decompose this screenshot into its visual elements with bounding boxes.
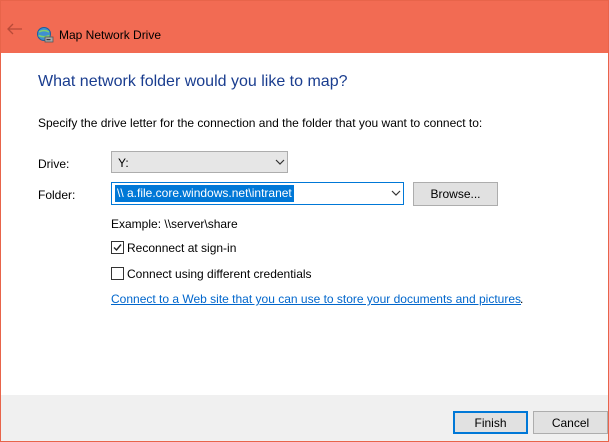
- folder-path-input[interactable]: \\ a.file.core.windows.net\intranet: [111, 182, 404, 205]
- page-heading: What network folder would you like to ma…: [38, 73, 348, 90]
- different-credentials-label[interactable]: Connect using different credentials: [127, 267, 312, 281]
- reconnect-label[interactable]: Reconnect at sign-in: [127, 241, 236, 255]
- cancel-button[interactable]: Cancel: [533, 411, 608, 434]
- different-credentials-checkbox[interactable]: [111, 267, 124, 280]
- dialog-footer: Finish Cancel: [1, 395, 608, 441]
- drive-letter-value: Y:: [118, 156, 129, 170]
- network-drive-icon: [37, 27, 54, 43]
- link-suffix: .: [520, 292, 524, 306]
- drive-letter-select[interactable]: Y:: [111, 151, 288, 173]
- folder-label: Folder:: [38, 188, 76, 202]
- web-storage-link[interactable]: Connect to a Web site that you can use t…: [111, 292, 521, 306]
- drive-label: Drive:: [38, 157, 70, 171]
- checkmark-icon: [113, 244, 122, 252]
- chevron-down-icon: [275, 159, 285, 165]
- instructions-text: Specify the drive letter for the connect…: [38, 116, 483, 130]
- reconnect-checkbox[interactable]: [111, 241, 124, 254]
- finish-button[interactable]: Finish: [453, 411, 528, 434]
- back-arrow-icon[interactable]: [7, 23, 23, 35]
- browse-button[interactable]: Browse...: [413, 182, 498, 206]
- example-text: Example: \\server\share: [111, 217, 238, 231]
- folder-path-value: \\ a.file.core.windows.net\intranet: [115, 185, 294, 202]
- chevron-down-icon[interactable]: [391, 190, 401, 196]
- web-storage-link-text[interactable]: Connect to a Web site that you can use t…: [111, 292, 521, 306]
- map-network-drive-dialog: Map Network Drive What network folder wo…: [0, 0, 609, 442]
- title-bar: Map Network Drive: [1, 1, 608, 53]
- window-title: Map Network Drive: [59, 28, 162, 42]
